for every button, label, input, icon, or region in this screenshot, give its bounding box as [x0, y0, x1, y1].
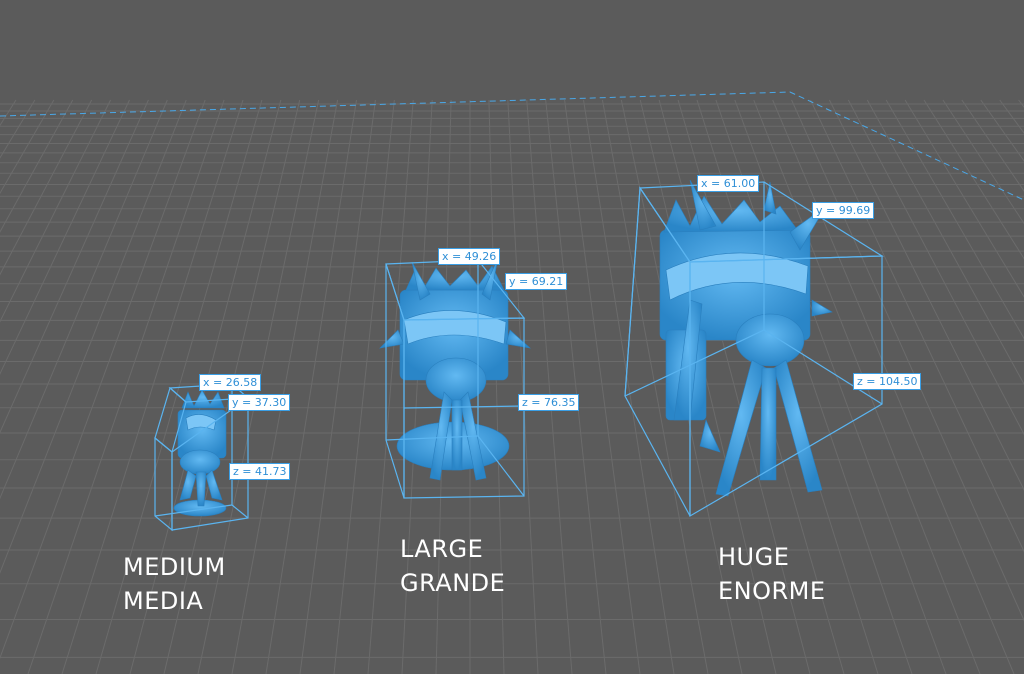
- medium-y-dimension-label: y = 37.30: [228, 394, 291, 411]
- medium-caption-english: MEDIUM: [123, 553, 226, 581]
- grid-line: [0, 99, 36, 159]
- large-y-dimension-label: y = 69.21: [505, 273, 568, 290]
- huge-caption-spanish: ENORME: [718, 577, 826, 605]
- large-model[interactable]: [379, 257, 531, 481]
- medium-x-dimension-label: x = 26.58: [199, 374, 262, 391]
- grid-line: [0, 99, 17, 127]
- 3d-viewport[interactable]: x = 26.58 y = 37.30 z = 41.73 x = 49.26 …: [0, 0, 1024, 674]
- large-z-dimension-label: z = 76.35: [518, 394, 580, 411]
- grid-line: [1018, 99, 1024, 108]
- grid-line: [0, 99, 74, 233]
- medium-z-dimension-label: z = 41.73: [229, 463, 291, 480]
- grid-line: [0, 99, 55, 195]
- large-x-dimension-label: x = 49.26: [438, 248, 501, 265]
- huge-caption-english: HUGE: [718, 543, 790, 571]
- large-size-caption: LARGE GRANDE: [400, 532, 505, 600]
- medium-caption-spanish: MEDIA: [123, 587, 204, 615]
- huge-x-dimension-label: x = 61.00: [697, 175, 760, 192]
- large-caption-spanish: GRANDE: [400, 569, 506, 597]
- huge-y-dimension-label: y = 99.69: [812, 202, 875, 219]
- grid-line: [0, 99, 93, 276]
- large-caption-english: LARGE: [400, 535, 484, 563]
- grid-line: [904, 99, 1024, 298]
- grid-line: [980, 99, 1024, 162]
- grid-line: [942, 99, 1024, 225]
- medium-size-caption: MEDIUM MEDIA: [123, 550, 226, 618]
- grid-line: [0, 99, 112, 323]
- huge-z-dimension-label: z = 104.50: [853, 373, 922, 390]
- huge-size-caption: HUGE ENORME: [718, 540, 826, 608]
